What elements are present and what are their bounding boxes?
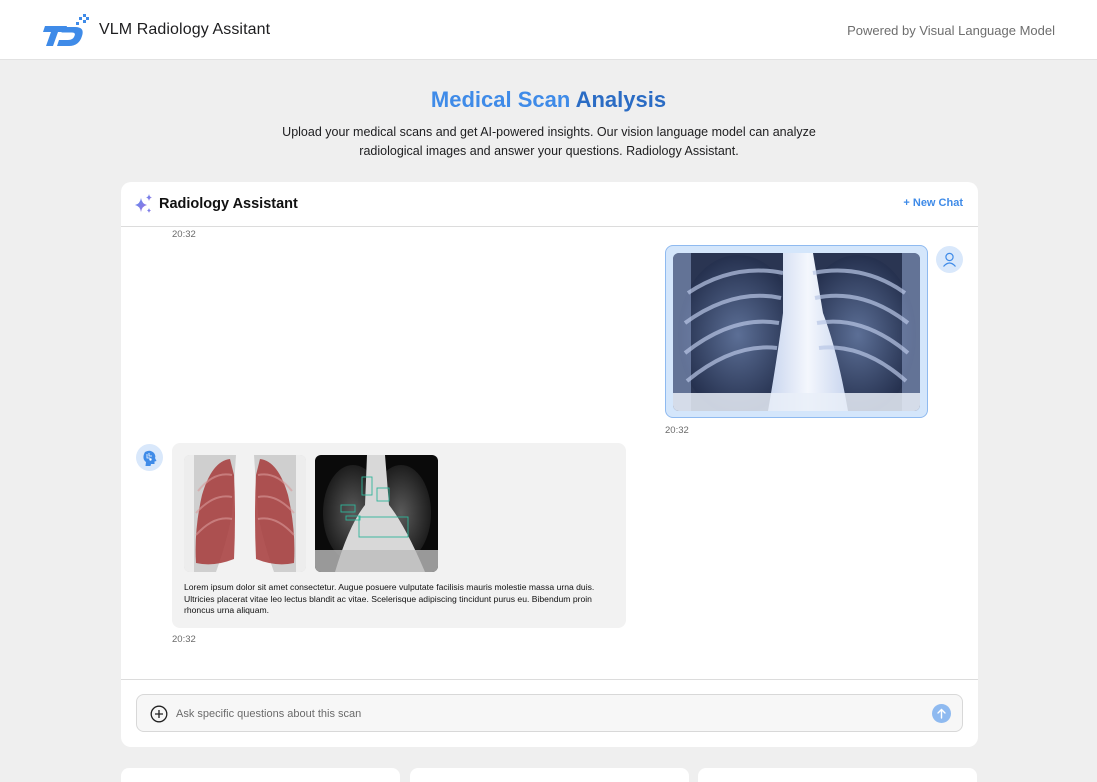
powered-by-label: Powered by Visual Language Model [847, 23, 1055, 38]
user-avatar [936, 246, 963, 273]
page-title-part2: Analysis [575, 87, 667, 112]
info-card [698, 768, 977, 782]
info-card [121, 768, 400, 782]
info-card [410, 768, 689, 782]
question-input[interactable] [176, 705, 896, 723]
chat-panel: Radiology Assistant + New Chat 20:32 20:… [121, 182, 978, 747]
page-description: Upload your medical scans and get AI-pow… [282, 125, 816, 158]
ai-head-icon [143, 450, 157, 466]
user-icon [943, 252, 956, 267]
chat-header: Radiology Assistant + New Chat [121, 182, 978, 227]
chat-input-bar [136, 694, 963, 732]
input-divider [121, 679, 978, 680]
chat-title: Radiology Assistant [159, 196, 298, 212]
chest-xray-image [673, 253, 920, 411]
assistant-message-text: Lorem ipsum dolor sit amet consectetur. … [184, 582, 595, 615]
new-chat-button[interactable]: + New Chat [903, 197, 963, 209]
send-button[interactable] [932, 704, 951, 723]
assistant-avatar [136, 444, 163, 471]
td-logo-icon[interactable] [43, 14, 89, 48]
add-attachment-icon[interactable] [150, 705, 168, 723]
sparkle-icon [135, 194, 152, 213]
app-title: VLM Radiology Assitant [99, 21, 271, 38]
annotated-xray-image[interactable] [315, 455, 438, 572]
page-title-part1: Medical Scan [430, 87, 576, 112]
page-title: Medical Scan Analysis [0, 87, 1097, 113]
arrow-up-icon [937, 708, 946, 719]
lung-segmentation-image[interactable] [184, 455, 306, 572]
message-timestamp: 20:32 [665, 425, 689, 436]
message-timestamp: 20:32 [172, 229, 196, 240]
top-bar: VLM Radiology Assitant Powered by Visual… [0, 0, 1097, 60]
assistant-message: Lorem ipsum dolor sit amet consectetur. … [172, 443, 626, 628]
user-message-image[interactable] [665, 245, 928, 418]
message-timestamp: 20:32 [172, 634, 196, 645]
